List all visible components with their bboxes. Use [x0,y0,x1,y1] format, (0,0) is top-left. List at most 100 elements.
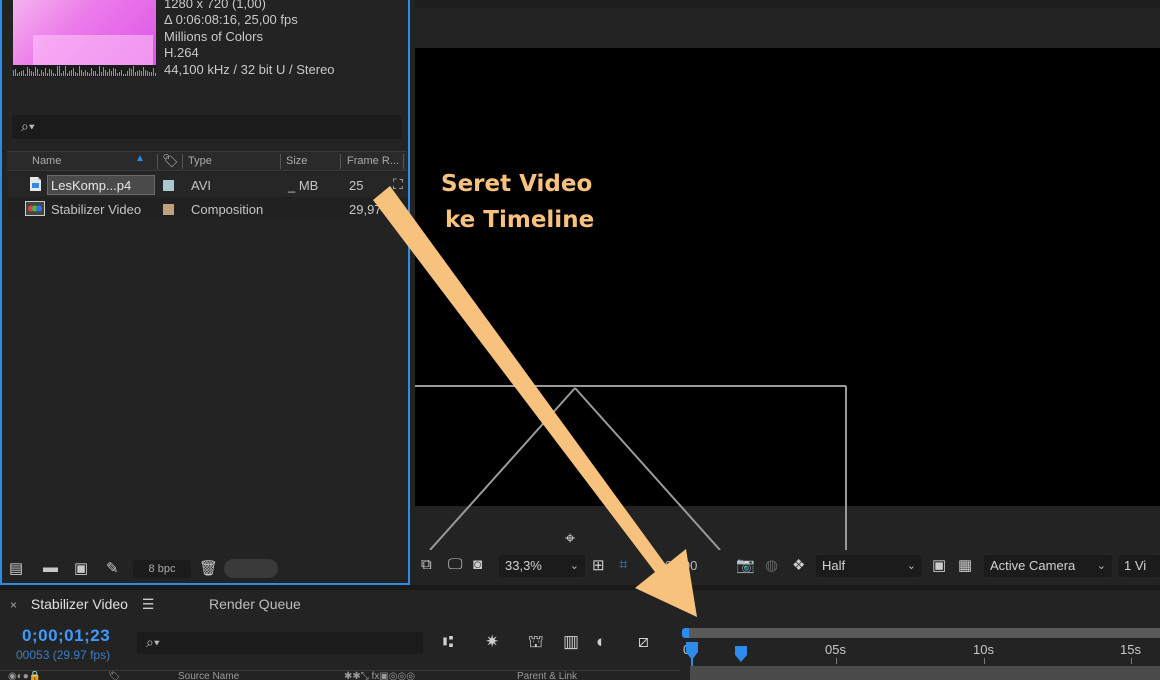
work-area-bar[interactable] [685,628,1160,638]
project-item-row[interactable]: LesKomp...p4 AVI _ MB 25 ⛶ [7,173,407,197]
fast-previews-icon[interactable]: ▣ [932,556,946,574]
trash-icon[interactable]: 🗑 [199,559,218,577]
chevron-down-icon: ⌄ [1096,560,1106,572]
work-area-start-handle[interactable] [682,628,689,638]
snapshot-camera-icon[interactable]: 📷 [736,556,755,574]
mask-visibility-icon[interactable]: ◙ [473,556,482,573]
timeline-controls: 0;00;01;23 00053 (29.97 fps) ⌕▾ ⑆ ✷ ⛫ ▥ … [0,620,680,680]
current-time-field[interactable]: 0;00;00 [648,555,728,577]
panel-menu-icon[interactable]: ☰ [142,596,155,612]
footage-colors: Millions of Colors [164,29,263,44]
audio-waveform [13,65,156,77]
search-icon: ⌕▾ [146,634,160,650]
chevron-down-icon: ⌄ [569,560,579,572]
views-value: 1 Vi [1124,558,1147,573]
item-name: LesKomp...p4 [51,178,132,193]
project-panel: 1280 x 720 (1,00) Δ 0:06:08:16, 25,00 fp… [0,0,410,585]
label-tag-icon[interactable]: 🏷 [162,153,179,169]
item-size: _ MB [288,178,319,193]
project-item-row[interactable]: Stabilizer Video Composition 29,97 [7,197,407,221]
graph-editor-icon[interactable]: ⧄ [638,632,649,652]
item-type: Composition [191,202,264,217]
resolution-value: Half [822,558,846,573]
new-composition-icon[interactable]: ▣ [74,559,88,577]
annotation-text: Seret Video ke Timeline [441,166,594,238]
composition-icon [25,201,45,219]
draft-3d-icon[interactable]: ✷ [485,632,499,652]
viewer-toolbar: ⧉ 🖵 ◙ 33,3% ⌄ ⊞ ⌗ 0;00;00 📷 ◍ ❖ Half ⌄ ▣… [415,552,1160,580]
always-preview-icon[interactable]: ⧉ [421,556,432,573]
monitor-icon[interactable]: 🖵 [448,556,462,573]
current-time-display[interactable]: 0;00;01;23 [22,626,110,646]
column-parent-link[interactable]: Parent & Link [517,671,577,680]
column-name[interactable]: Name [32,155,61,167]
layer-switches-icons[interactable]: ◉◐●🔒 [8,671,41,680]
layer-switch-icons[interactable]: ✱✱⤡ fx▣◎◎◎ [344,671,415,680]
video-file-icon [29,176,42,195]
item-name: Stabilizer Video [51,202,142,217]
camera-value: Active Camera [990,558,1076,573]
search-icon: ⌕▾ [21,118,35,134]
layer-wireframe [415,385,847,550]
ruler-label: 05s [825,642,846,657]
color-channels-icon[interactable]: ❖ [792,556,805,574]
bpc-button[interactable]: 8 bpc [133,560,191,578]
interpret-footage-icon[interactable]: ▤ [9,559,23,577]
item-frame-rate: 29,97 [349,202,382,217]
timeline-tabs: × Stabilizer Video ☰ Render Queue [0,590,1160,620]
frame-count: 00053 (29.97 fps) [16,648,111,662]
view-layout-dropdown[interactable]: 1 Vi [1118,555,1160,577]
flowchart-icon[interactable]: ⛶ [393,176,403,193]
project-footer: ▤ ▬ ▣ ✎ 8 bpc 🗑 [2,555,408,583]
active-camera-dropdown[interactable]: Active Camera ⌄ [984,555,1112,577]
chevron-down-icon: ⌄ [906,560,916,572]
item-frame-rate: 25 [349,178,364,193]
layer-duration-bar[interactable] [690,666,1160,680]
new-folder-icon[interactable]: ▬ [43,559,58,576]
tab-label: Stabilizer Video [30,596,128,612]
magnification-dropdown[interactable]: 33,3% ⌄ [499,555,585,577]
magnification-value: 33,3% [505,558,542,573]
label-tag-icon[interactable]: 🏷 [108,671,121,680]
column-size[interactable]: Size [286,155,307,167]
footage-codec: H.264 [164,45,199,60]
annotation-line-2: ke Timeline [445,207,595,233]
footage-duration: Δ 0:06:08:16, 25,00 fps [164,12,298,27]
label-color-chip[interactable] [163,180,174,191]
project-settings-icon[interactable]: ✎ [106,559,119,577]
horizontal-scrollbar[interactable] [224,559,278,578]
composition-panel-header [415,0,1160,48]
item-type: AVI [191,178,211,193]
timeline-search-input[interactable]: ⌕▾ [137,632,423,654]
tab-render-queue[interactable]: Render Queue [209,596,301,612]
transparency-grid-icon[interactable]: ▦ [958,556,972,574]
frame-blending-icon[interactable]: ▥ [563,632,579,652]
tab-stabilizer-video[interactable]: × Stabilizer Video ☰ [10,596,154,613]
viewer-timecode: 0;00;00 [654,558,698,573]
comp-marker-icon[interactable] [734,646,748,662]
footage-dimensions: 1280 x 720 (1,00) [164,0,266,11]
layer-column-header: ◉◐●🔒 🏷 Source Name ✱✱⤡ fx▣◎◎◎ Parent & L… [0,670,680,680]
motion-blur-icon[interactable]: ◐ [596,632,606,652]
anchor-point-icon[interactable]: ⌖ [565,528,575,549]
show-snapshot-icon[interactable]: ◍ [765,556,778,574]
sort-ascending-icon[interactable]: ▲ [135,153,145,164]
column-frame-rate[interactable]: Frame R... [347,155,399,167]
label-color-chip[interactable] [163,204,174,215]
grid-guides-icon[interactable]: ⊞ [592,556,605,574]
ruler-label: 10s [973,642,994,657]
footage-thumbnail [13,0,156,66]
column-type[interactable]: Type [188,155,212,167]
region-of-interest-icon[interactable]: ⌗ [619,556,627,573]
hide-shy-layers-icon[interactable]: ⛫ [528,632,544,654]
annotation-line-1: Seret Video [441,171,593,197]
ruler-label: 15s [1120,642,1141,657]
composition-viewer[interactable]: ⌖ [415,48,1160,550]
timeline-ruler[interactable]: 0s 05s 10s 15s [680,620,1160,680]
resolution-dropdown[interactable]: Half ⌄ [816,555,922,577]
project-column-header: Name ▲ 🏷 Type Size Frame R... [7,151,407,171]
composition-mini-flowchart-icon[interactable]: ⑆ [443,632,453,652]
close-icon[interactable]: × [10,598,17,612]
project-search-input[interactable]: ⌕▾ [12,115,402,139]
column-source-name[interactable]: Source Name [178,671,239,680]
